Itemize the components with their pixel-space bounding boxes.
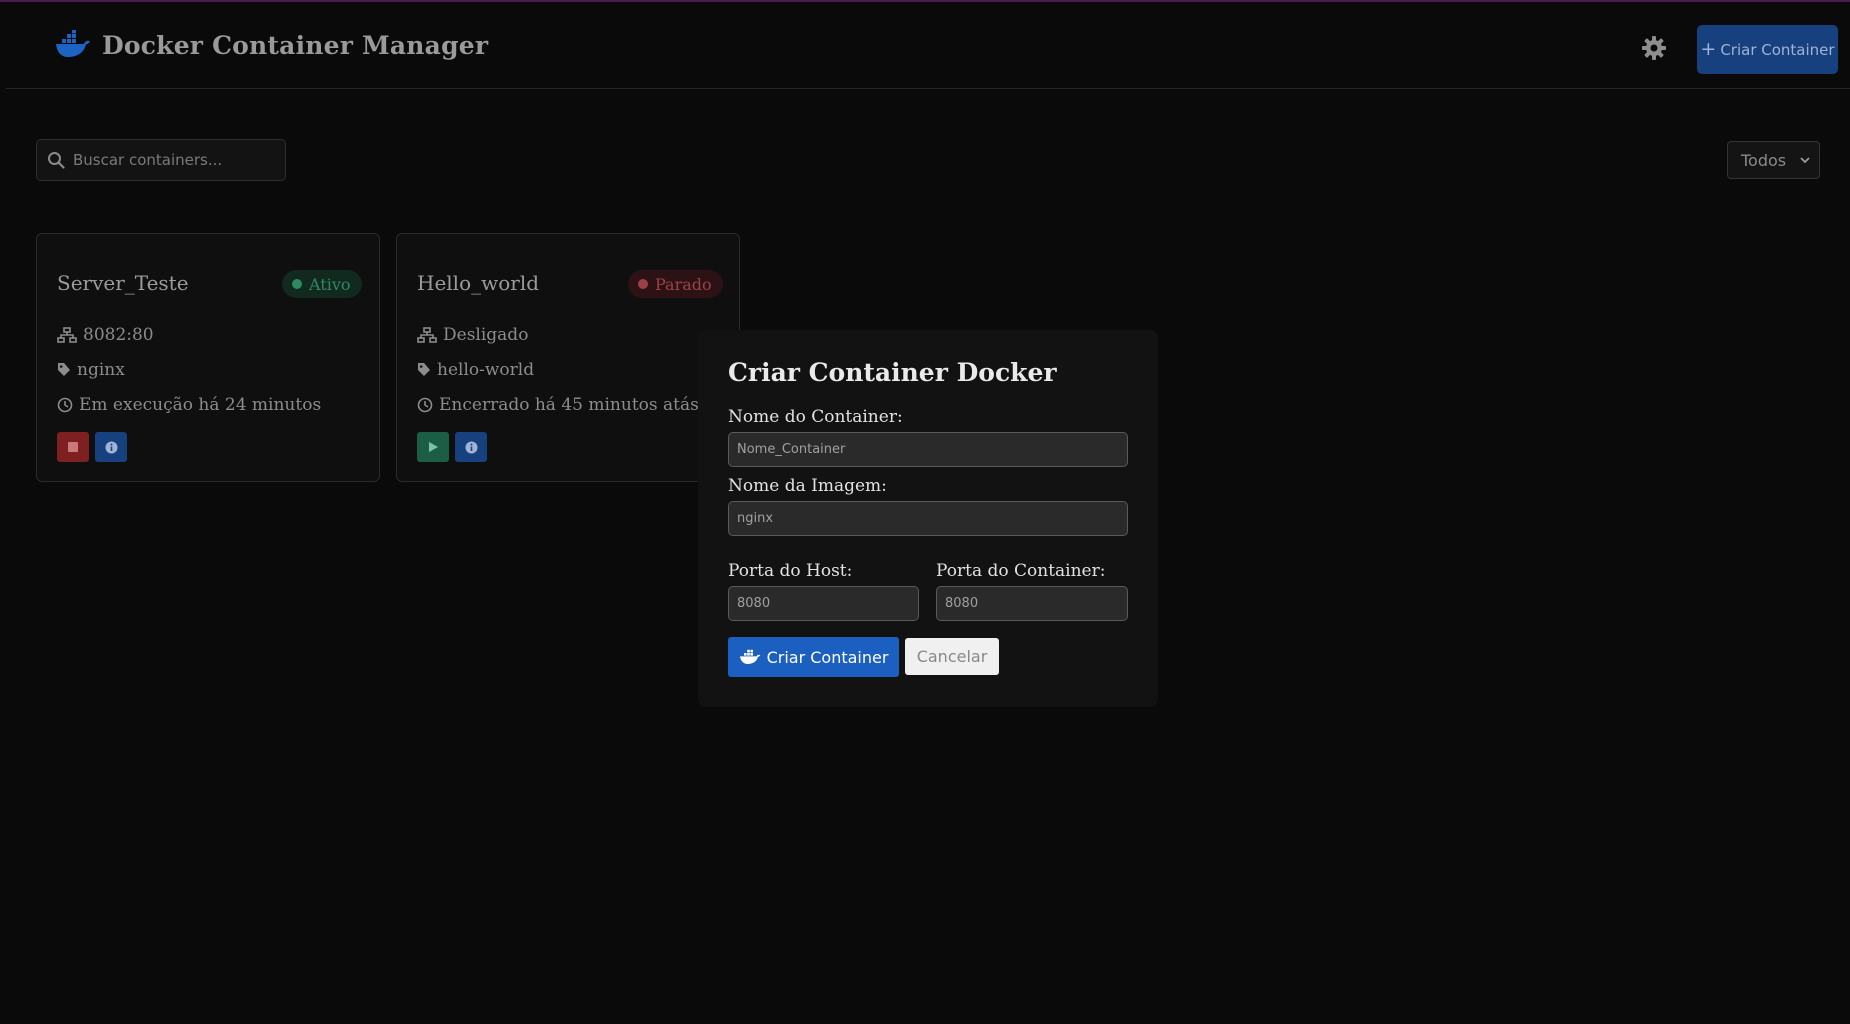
status-badge: Ativo (282, 270, 362, 298)
info-icon (465, 441, 477, 453)
app-title: Docker Container Manager (102, 30, 489, 60)
container-name: Server_Teste (57, 271, 189, 295)
container-port-label: Porta do Container: (936, 561, 1106, 581)
start-button[interactable] (417, 432, 449, 462)
network-icon (57, 327, 77, 343)
port-row: Desligado (417, 325, 528, 345)
create-container-modal: Criar Container Docker Nome do Container… (698, 330, 1158, 707)
container-name-label: Nome do Container: (728, 407, 903, 427)
container-port: 8082:80 (83, 325, 154, 345)
container-port-input[interactable] (936, 586, 1128, 621)
container-image: hello-world (437, 360, 535, 380)
cancel-button[interactable]: Cancelar (905, 638, 999, 675)
create-container-label: Criar Container (1720, 40, 1835, 59)
chevron-down-icon (1800, 157, 1810, 164)
image-name-label: Nome da Imagem: (728, 476, 887, 496)
tag-icon (58, 363, 70, 376)
container-uptime: Em execução há 24 minutos (79, 395, 322, 415)
status-text: Parado (655, 274, 712, 294)
image-row: hello-world (417, 360, 534, 380)
network-icon (417, 327, 437, 343)
container-card: Server_Teste Ativo 8082:80 nginx Em exec… (36, 233, 380, 482)
container-port: Desligado (443, 325, 529, 345)
image-row: nginx (57, 360, 125, 380)
container-image: nginx (77, 360, 125, 380)
tag-icon (418, 363, 430, 376)
uptime-row: Encerrado há 45 minutos atás (417, 395, 699, 415)
host-port-input[interactable] (728, 586, 919, 621)
submit-create-button[interactable]: Criar Container (728, 637, 899, 677)
modal-title: Criar Container Docker (728, 358, 1057, 387)
play-icon (429, 442, 438, 452)
container-name: Hello_world (417, 271, 540, 295)
app-header: Docker Container Manager + Criar Contain… (6, 2, 1850, 89)
container-uptime: Encerrado há 45 minutos atás (439, 395, 699, 415)
container-name-input[interactable] (728, 432, 1128, 467)
clock-icon (417, 397, 433, 413)
theme-toggle-button[interactable] (1641, 35, 1667, 61)
create-container-button[interactable]: + Criar Container (1697, 25, 1838, 74)
uptime-row: Em execução há 24 minutos (57, 395, 321, 415)
search-input[interactable] (73, 140, 278, 180)
status-badge: Parado (628, 270, 723, 298)
plus-icon: + (1700, 38, 1717, 60)
port-row: 8082:80 (57, 325, 154, 345)
status-text: Ativo (309, 274, 351, 294)
clock-icon (57, 397, 73, 413)
search-icon (48, 152, 65, 169)
info-button[interactable] (95, 432, 127, 462)
container-card: Hello_world Parado Desligado hello-world… (396, 233, 740, 482)
host-port-label: Porta do Host: (728, 561, 853, 581)
docker-whale-icon (739, 649, 760, 664)
stop-button[interactable] (57, 432, 89, 462)
status-filter-value: Todos (1741, 150, 1787, 170)
search-box (36, 139, 286, 181)
stop-icon (68, 442, 78, 452)
brand: Docker Container Manager (54, 30, 488, 60)
submit-create-label: Criar Container (766, 647, 889, 667)
status-filter-select[interactable]: Todos (1727, 141, 1820, 179)
info-button[interactable] (455, 432, 487, 462)
gear-icon (1642, 36, 1666, 60)
image-name-input[interactable] (728, 501, 1128, 536)
info-icon (105, 441, 117, 453)
docker-whale-icon (54, 30, 92, 60)
status-dot (638, 279, 648, 289)
status-dot (292, 279, 302, 289)
